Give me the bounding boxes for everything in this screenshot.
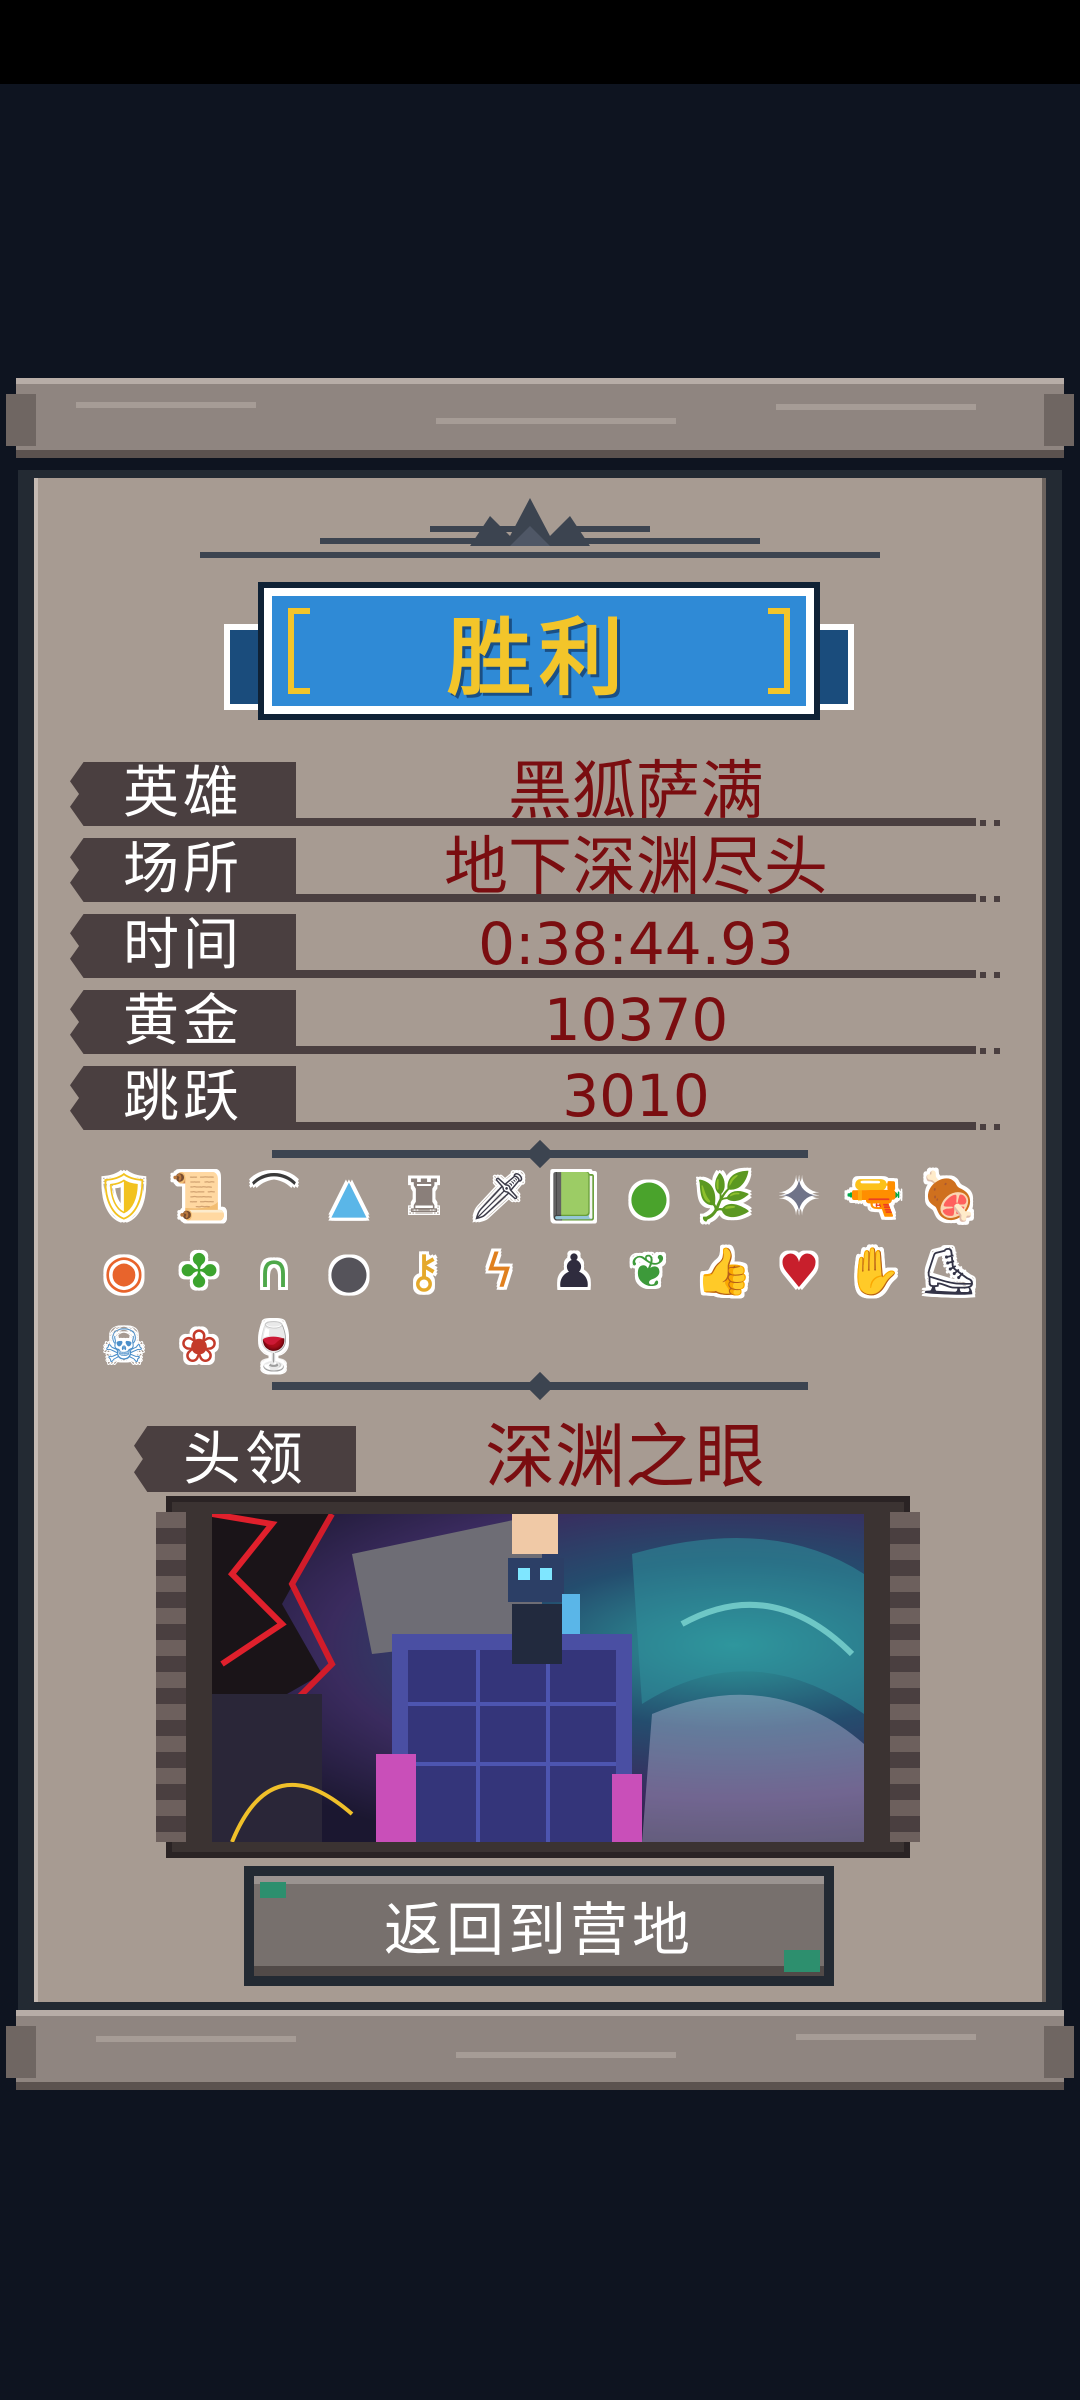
boss-name: 深渊之眼 bbox=[485, 1416, 765, 1498]
boss-row: 头领 深渊之眼 bbox=[134, 1418, 954, 1498]
green-branch-icon[interactable]: 🌿 bbox=[692, 1164, 756, 1228]
leaf-decoration-icon bbox=[260, 1882, 286, 1898]
whirlwind-icon[interactable]: ✤ bbox=[167, 1239, 231, 1303]
stat-value: 10370 bbox=[543, 986, 729, 1054]
stat-value: 黑狐萨满 bbox=[508, 755, 764, 829]
leather-scroll-icon[interactable]: 📜 bbox=[167, 1164, 231, 1228]
stat-row-time: 时间 0:38:44.93 bbox=[70, 908, 1000, 978]
stat-value: 地下深渊尽头 bbox=[444, 831, 828, 905]
carnivorous-plant-icon[interactable]: ❀ bbox=[167, 1314, 231, 1378]
scroll-top-rod bbox=[6, 378, 1074, 458]
boss-portrait bbox=[212, 1514, 864, 1842]
status-bar bbox=[0, 0, 1080, 84]
tower-icon[interactable]: ♜ bbox=[392, 1164, 456, 1228]
leaf-icon[interactable]: ❦ bbox=[617, 1239, 681, 1303]
stat-label: 时间 bbox=[70, 914, 296, 978]
stat-row-gold: 黄金 10370 bbox=[70, 984, 1000, 1054]
stat-row-hero: 英雄 黑狐萨满 bbox=[70, 755, 1000, 829]
fire-orb-icon[interactable]: ◉ bbox=[92, 1239, 156, 1303]
skull-bones-icon[interactable]: ☠ bbox=[92, 1314, 156, 1378]
stat-row-location: 场所 地下深渊尽头 bbox=[70, 831, 1000, 905]
leaf-arm-icon[interactable]: ∩ bbox=[242, 1239, 306, 1303]
return-to-camp-label: 返回到营地 bbox=[383, 1896, 694, 1964]
spellbook-icon[interactable]: 📗 bbox=[542, 1164, 606, 1228]
return-to-camp-button[interactable]: 返回到营地 bbox=[244, 1866, 834, 1986]
ice-crystal-icon[interactable]: ▲ bbox=[317, 1164, 381, 1228]
golden-key-icon[interactable]: ⚷ bbox=[392, 1239, 456, 1303]
stat-label: 场所 bbox=[70, 838, 296, 902]
roller-skate-icon[interactable]: ⛸ bbox=[917, 1239, 981, 1303]
purple-chalice-icon[interactable]: 🍷 bbox=[242, 1314, 306, 1378]
dark-robe-icon[interactable]: ♟ bbox=[542, 1239, 606, 1303]
lightning-bolt-icon[interactable]: ϟ bbox=[467, 1239, 531, 1303]
victory-title: 胜利 bbox=[446, 608, 631, 707]
dark-sword-icon[interactable]: 🗡 bbox=[467, 1164, 531, 1228]
boss-portrait-frame bbox=[156, 1496, 920, 1858]
leaf-decoration-icon bbox=[784, 1950, 820, 1972]
stat-value: 0:38:44.93 bbox=[478, 910, 794, 978]
meat-leg-icon[interactable]: 🍖 bbox=[917, 1164, 981, 1228]
thumbs-up-icon[interactable]: 👍 bbox=[692, 1239, 756, 1303]
crown-ornament bbox=[200, 498, 880, 558]
victory-banner: 胜利 bbox=[224, 582, 854, 748]
scroll-bottom-rod bbox=[6, 2010, 1074, 2090]
broken-heart-icon[interactable]: ♥ bbox=[767, 1239, 831, 1303]
boomerang-icon[interactable]: ⌒ bbox=[242, 1164, 306, 1228]
rifle-icon[interactable]: 🔫 bbox=[842, 1164, 906, 1228]
stat-label: 跳跃 bbox=[70, 1066, 296, 1130]
green-slime-icon[interactable]: ● bbox=[617, 1164, 681, 1228]
shuriken-icon[interactable]: ✦ bbox=[767, 1164, 831, 1228]
stat-value: 3010 bbox=[562, 1062, 710, 1130]
stat-row-jumps: 跳跃 3010 bbox=[70, 1060, 1000, 1130]
golden-shield-icon[interactable]: 🛡 bbox=[92, 1164, 156, 1228]
stat-label: 黄金 bbox=[70, 990, 296, 1054]
bomb-icon[interactable]: ● bbox=[317, 1239, 381, 1303]
stat-label: 英雄 bbox=[70, 762, 296, 826]
boss-label: 头领 bbox=[134, 1426, 356, 1492]
open-hand-icon[interactable]: ✋ bbox=[842, 1239, 906, 1303]
